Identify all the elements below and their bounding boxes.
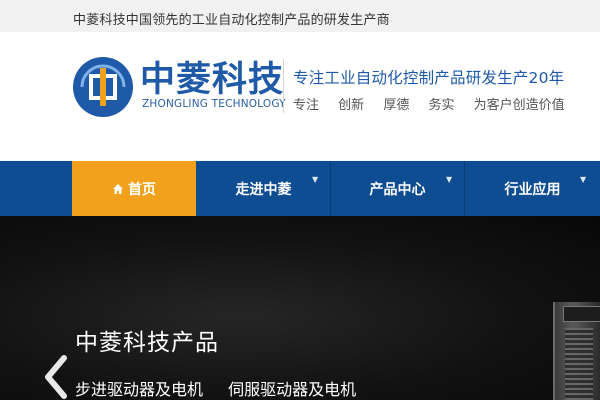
value-item: 务实 (428, 98, 455, 113)
chevron-left-icon[interactable] (40, 354, 70, 400)
slogan: 专注工业自动化控制产品研发生产20年 (293, 69, 565, 87)
chevron-down-icon: ▼ (312, 175, 319, 184)
device-heatsink (565, 328, 593, 400)
main-nav: 首页 走进中菱 ▼ 产品中心 ▼ 行业应用 ▼ (0, 161, 600, 216)
device-panel (563, 306, 600, 322)
nav-item-home[interactable]: 首页 (72, 161, 196, 216)
logo-name[interactable]: 中菱科技 (140, 60, 284, 100)
hero-banner: 中菱科技产品 步进驱动器及电机 伺服驱动器及电机 (0, 216, 600, 400)
banner-subtitle: 步进驱动器及电机 伺服驱动器及电机 (75, 376, 376, 400)
value-item: 专注 (293, 98, 320, 113)
value-item: 厚德 (383, 98, 410, 113)
banner-product-link[interactable]: 步进驱动器及电机 (75, 380, 203, 399)
value-item: 创新 (338, 98, 365, 113)
banner-title: 中菱科技产品 (75, 330, 219, 356)
nav-item-label: 首页 (128, 181, 156, 198)
company-logo-icon[interactable] (72, 56, 134, 118)
banner-product-link[interactable]: 伺服驱动器及电机 (228, 380, 356, 399)
top-bar-text: 中菱科技中国领先的工业自动化控制产品的研发生产商 (73, 13, 390, 28)
company-values: 专注 创新 厚德 务实 为客户创造价值 (293, 94, 565, 113)
chevron-down-icon: ▼ (580, 175, 587, 184)
home-icon (113, 183, 123, 194)
nav-item-label: 产品中心 (369, 181, 426, 198)
nav-item-label: 走进中菱 (235, 181, 292, 198)
nav-item-products[interactable]: 产品中心 (331, 161, 464, 216)
value-item: 为客户创造价值 (473, 98, 565, 113)
nav-item-applications[interactable]: 行业应用 (465, 161, 600, 216)
nav-item-about[interactable]: 走进中菱 (197, 161, 330, 216)
top-bar: 中菱科技中国领先的工业自动化控制产品的研发生产商 (0, 0, 600, 32)
logo-english-name: ZHONGLING TECHNOLOGY (142, 98, 286, 110)
chevron-down-icon: ▼ (446, 175, 453, 184)
product-image (553, 302, 600, 400)
nav-item-label: 行业应用 (504, 181, 561, 198)
site-header: 中菱科技 ZHONGLING TECHNOLOGY 专注工业自动化控制产品研发生… (0, 32, 600, 161)
header-divider (283, 59, 284, 113)
